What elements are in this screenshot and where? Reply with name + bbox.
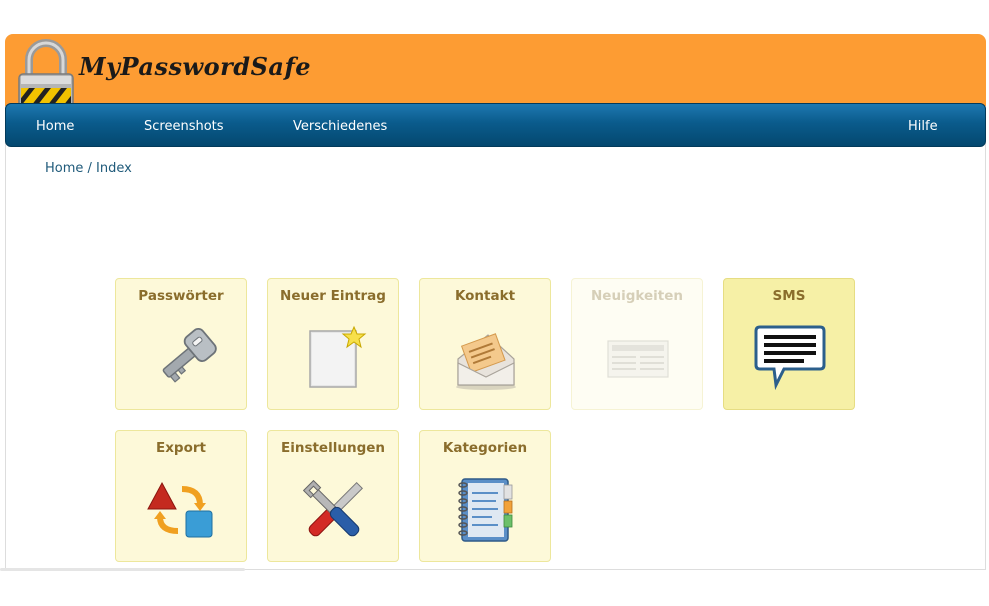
- tile-label: Export: [156, 440, 206, 456]
- tile-label: Neuigkeiten: [591, 288, 683, 304]
- tile-label: Kategorien: [442, 440, 528, 456]
- tile-sms[interactable]: SMS: [723, 278, 855, 410]
- tile-label: Einstellungen: [280, 440, 385, 456]
- nav-hilfe[interactable]: Hilfe: [908, 119, 938, 134]
- tile-kategorien[interactable]: Kategorien: [419, 430, 551, 562]
- tile-neuer-eintrag[interactable]: Neuer Eintrag: [267, 278, 399, 410]
- tile-label: SMS: [772, 288, 806, 304]
- tile-neuigkeiten: Neuigkeiten: [571, 278, 703, 410]
- tile-label: Passwörter: [138, 288, 224, 304]
- horizontal-scrollbar[interactable]: [0, 568, 245, 571]
- site-header: MyPasswordSafe: [5, 34, 986, 111]
- tile-einstellungen[interactable]: Einstellungen: [267, 430, 399, 562]
- nav-verschiedenes[interactable]: Verschiedenes: [293, 119, 387, 134]
- breadcrumb-separator: /: [83, 161, 97, 176]
- app-title[interactable]: MyPasswordSafe: [79, 52, 311, 81]
- tile-kontakt[interactable]: Kontakt: [419, 278, 551, 410]
- new-document-icon: [309, 325, 367, 388]
- key-icon: [162, 327, 217, 383]
- shapes-convert-icon: [147, 481, 213, 538]
- speech-bubble-icon: [754, 325, 826, 391]
- tile-export[interactable]: Export: [115, 430, 247, 562]
- tile-label: Kontakt: [454, 288, 516, 304]
- breadcrumb: Home / Index: [45, 161, 132, 176]
- newspaper-icon: [607, 340, 669, 378]
- breadcrumb-current: Index: [96, 161, 132, 176]
- tile-label: Neuer Eintrag: [280, 288, 386, 304]
- nav-screenshots[interactable]: Screenshots: [144, 119, 224, 134]
- tile-passwoerter[interactable]: Passwörter: [115, 278, 247, 410]
- address-book-icon: [458, 478, 513, 542]
- nav-home[interactable]: Home: [36, 119, 74, 134]
- main-navbar: Home Screenshots Verschiedenes Hilfe: [5, 103, 986, 147]
- envelope-icon: [456, 333, 516, 390]
- breadcrumb-home-link[interactable]: Home: [45, 161, 83, 176]
- tools-icon: [302, 479, 363, 537]
